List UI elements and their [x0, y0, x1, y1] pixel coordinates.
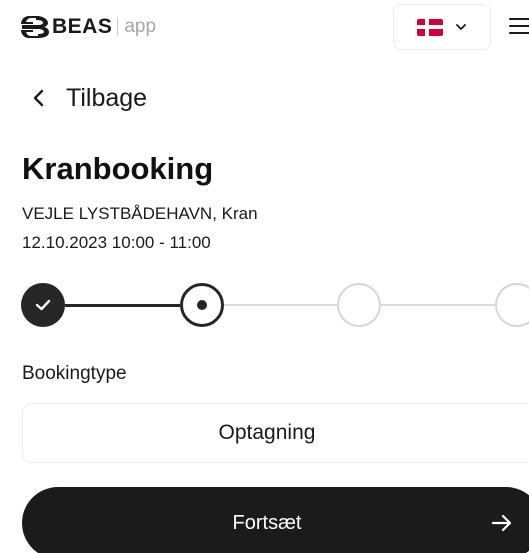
- booking-location: VEJLE LYSTBÅDEHAVN, Kran: [22, 204, 258, 223]
- continue-label: Fortsæt: [232, 511, 302, 534]
- step-3-upcoming: [337, 283, 381, 327]
- progress-stepper: [0, 280, 529, 330]
- back-label: Tilbage: [66, 83, 148, 112]
- bookingtype-value: Optagning: [218, 421, 316, 444]
- language-selector[interactable]: [393, 4, 491, 50]
- step-connector: [65, 303, 180, 307]
- booking-datetime: 12.10.2023 10:00 - 11:00: [22, 233, 211, 252]
- arrow-right-icon: [491, 514, 512, 532]
- step-connector: [224, 304, 337, 306]
- app-header: BEAS app: [0, 0, 529, 56]
- chevron-down-icon: [456, 24, 466, 30]
- denmark-flag-icon: [417, 18, 443, 36]
- logo-app-text: app: [124, 16, 157, 37]
- logo-text: BEAS: [52, 15, 113, 38]
- bookingtype-label: Bookingtype: [22, 363, 127, 384]
- bookingtype-select[interactable]: Optagning: [22, 403, 529, 463]
- back-button[interactable]: Tilbage: [30, 80, 147, 116]
- beas-logo-icon: [21, 16, 49, 38]
- continue-button[interactable]: Fortsæt: [22, 487, 529, 553]
- step-4-upcoming: [495, 283, 529, 327]
- checkmark-icon: [35, 299, 51, 311]
- page: BEAS app Tilbage Kranbooking VEJLE LYSTB…: [0, 0, 529, 553]
- step-connector: [381, 304, 495, 306]
- step-2-current: [180, 283, 224, 327]
- beas-logo[interactable]: BEAS app: [20, 14, 156, 40]
- chevron-left-icon: [33, 89, 44, 107]
- page-title: Kranbooking: [22, 151, 214, 186]
- logo-divider: [117, 18, 119, 36]
- hamburger-menu-icon[interactable]: [509, 18, 529, 38]
- step-1-completed: [21, 283, 65, 327]
